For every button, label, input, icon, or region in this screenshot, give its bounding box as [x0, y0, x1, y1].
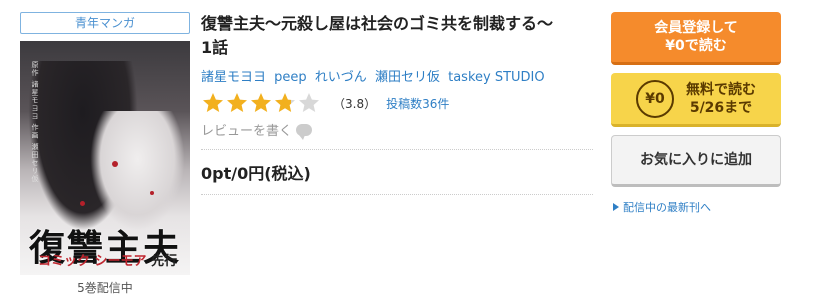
read-free-button[interactable]: ¥0 無料で読む 5/26まで: [611, 73, 781, 127]
price: 0pt/0円(税込): [201, 164, 311, 183]
write-review-label: レビューを書く: [201, 124, 293, 139]
author-link[interactable]: れいづん: [315, 70, 367, 85]
read-free-text: 無料で読む 5/26まで: [686, 81, 756, 117]
book-title-line2: 1話: [201, 38, 229, 57]
author-list: 諸星モヨヨ peep れいづん 瀬田セリ仮 taskey STUDIO: [201, 66, 593, 85]
register-line2: ¥0で読む: [665, 38, 727, 54]
cover-blood-splatter: [150, 191, 154, 195]
add-to-favorites-button[interactable]: お気に入りに追加: [611, 135, 781, 187]
divider: [201, 149, 593, 150]
cover-blood-splatter: [80, 201, 85, 206]
rating-value: （3.8）: [333, 96, 377, 111]
star-icon: [249, 91, 273, 115]
write-review-link[interactable]: レビューを書く: [201, 120, 593, 140]
cover-brand: コミック シーモア: [38, 254, 147, 269]
book-title-line1: 復讐主夫〜元殺し屋は社会のゴミ共を制裁する〜: [201, 14, 554, 33]
star-icon: [201, 91, 225, 115]
speech-bubble-icon: [296, 123, 313, 140]
cover-tag: 先行: [151, 254, 178, 269]
book-info-column: 復讐主夫〜元殺し屋は社会のゴミ共を制裁する〜 1話 諸星モヨヨ peep れいづ…: [201, 12, 593, 195]
cover-blood-splatter: [112, 161, 118, 167]
cover-label: コミック シーモア 先行: [38, 250, 177, 269]
cover-credits: 原作 諸星モヨヨ 作画 瀬田セリ仮: [31, 61, 39, 183]
yen-zero-icon: ¥0: [636, 79, 674, 118]
register-and-read-button[interactable]: 会員登録して ¥0で読む: [611, 12, 781, 65]
genre-badge[interactable]: 青年マンガ: [20, 12, 190, 34]
book-cover-column: 青年マンガ 原作 諸星モヨヨ 作画 瀬田セリ仮 復讐主夫 コミック シーモア 先…: [20, 12, 190, 296]
star-icon: [297, 91, 321, 115]
latest-volume-link[interactable]: 配信中の最新刊へ: [611, 199, 781, 215]
read-free-line2: 5/26まで: [689, 99, 753, 116]
rating-row: （3.8） 投稿数36件: [201, 90, 593, 116]
read-free-line1: 無料で読む: [686, 81, 756, 98]
author-link[interactable]: 諸星モヨヨ: [201, 70, 266, 85]
volumes-count: 5巻配信中: [77, 281, 133, 295]
book-title[interactable]: 復讐主夫〜元殺し屋は社会のゴミ共を制裁する〜 1話: [201, 12, 593, 60]
author-link[interactable]: 瀬田セリ仮: [375, 70, 440, 85]
divider: [201, 194, 593, 195]
action-column: 会員登録して ¥0で読む ¥0 無料で読む 5/26まで お気に入りに追加 配信…: [611, 12, 781, 215]
triangle-right-icon: [613, 203, 619, 211]
register-line1: 会員登録して: [654, 20, 738, 36]
star-icon: [225, 91, 249, 115]
cover-figure-bride: [90, 111, 185, 231]
star-rating: [201, 91, 321, 115]
star-icon: [273, 91, 297, 115]
author-link[interactable]: peep: [274, 70, 307, 85]
review-count-link[interactable]: 投稿数36件: [386, 95, 449, 112]
latest-volume-label: 配信中の最新刊へ: [623, 201, 711, 214]
book-cover-image[interactable]: 原作 諸星モヨヨ 作画 瀬田セリ仮 復讐主夫 コミック シーモア 先行: [20, 41, 190, 275]
author-link[interactable]: taskey STUDIO: [448, 70, 545, 85]
